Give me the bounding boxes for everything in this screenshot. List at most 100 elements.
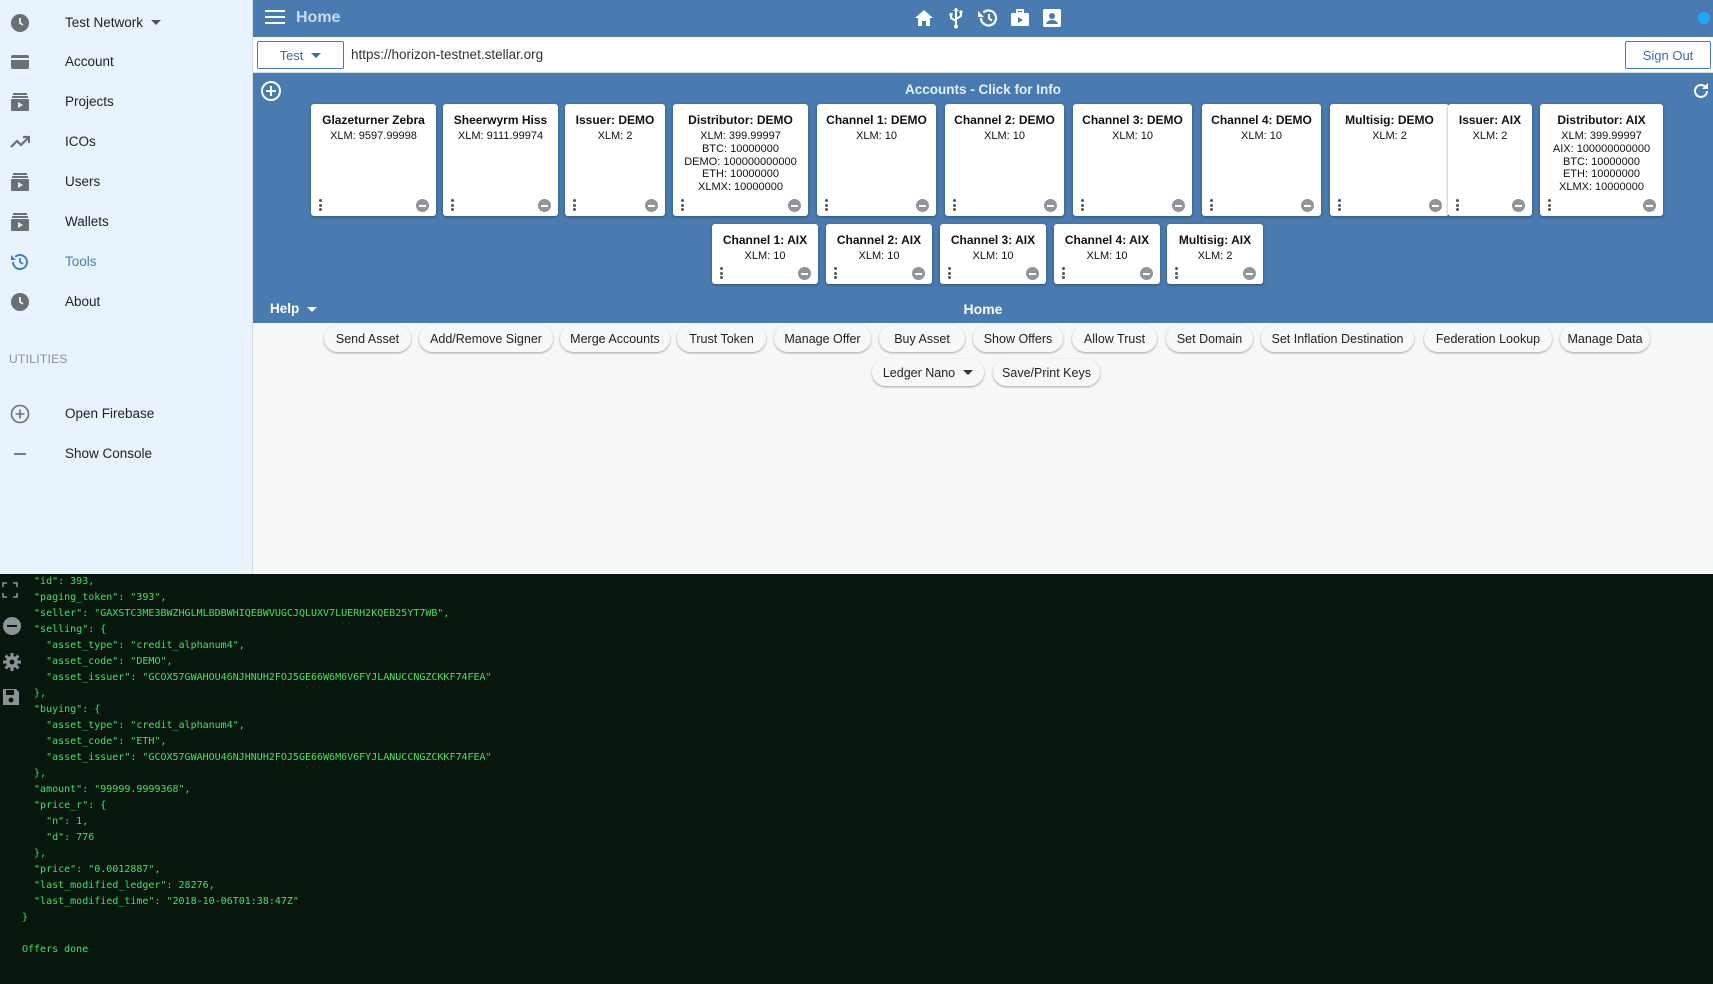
remove-account-icon[interactable] — [1301, 199, 1314, 212]
section-title: Home — [963, 301, 1003, 317]
account-card[interactable]: Channel 3: AIX XLM: 10 — [940, 224, 1046, 284]
account-card[interactable]: Issuer: AIX XLM: 2 — [1448, 104, 1532, 216]
remove-account-icon[interactable] — [788, 199, 801, 212]
account-balances: XLM: 10 — [826, 250, 932, 263]
trending-up-icon — [10, 132, 30, 152]
action-button-merge-accounts[interactable]: Merge Accounts — [560, 325, 670, 352]
more-vert-icon[interactable] — [948, 267, 952, 279]
action-button-trust-token[interactable]: Trust Token — [677, 325, 766, 352]
action-button-send-asset[interactable]: Send Asset — [324, 325, 411, 352]
fullscreen-icon[interactable] — [2, 582, 22, 602]
more-vert-icon[interactable] — [1456, 199, 1460, 211]
account-card[interactable]: Channel 4: DEMO XLM: 10 — [1202, 104, 1321, 216]
remove-account-icon[interactable] — [645, 199, 658, 212]
more-vert-icon[interactable] — [319, 199, 323, 211]
menu-icon[interactable] — [265, 10, 285, 26]
more-vert-icon[interactable] — [1338, 199, 1342, 211]
remove-account-icon[interactable] — [912, 267, 925, 280]
history-icon[interactable] — [977, 6, 999, 30]
remove-account-icon[interactable] — [1512, 199, 1525, 212]
top-app-bar: Home — [253, 0, 1713, 37]
account-card[interactable]: Channel 1: DEMO XLM: 10 — [817, 104, 936, 216]
usb-icon[interactable] — [945, 6, 967, 30]
action-button-manage-data[interactable]: Manage Data — [1560, 325, 1650, 352]
account-card[interactable]: Channel 1: AIX XLM: 10 — [712, 224, 818, 284]
balance-line: XLM: 2 — [1372, 130, 1407, 142]
more-vert-icon[interactable] — [1062, 267, 1066, 279]
remove-account-icon[interactable] — [1429, 199, 1442, 212]
account-card[interactable]: Sheerwyrm Hiss XLM: 9111.99974 — [443, 104, 558, 216]
action-button-set-inflation-destination[interactable]: Set Inflation Destination — [1261, 325, 1414, 352]
clear-icon[interactable] — [2, 616, 22, 636]
sidebar-item-about[interactable]: About — [0, 283, 253, 319]
more-vert-icon[interactable] — [953, 199, 957, 211]
remove-account-icon[interactable] — [1140, 267, 1153, 280]
account-balances: XLM: 2 — [565, 130, 665, 143]
account-card[interactable]: Multisig: AIX XLM: 2 — [1167, 224, 1263, 284]
settings-icon[interactable] — [2, 652, 22, 672]
account-card[interactable]: Glazeturner Zebra XLM: 9597.99998 — [311, 104, 436, 216]
sign-out-button[interactable]: Sign Out — [1625, 41, 1711, 69]
more-vert-icon[interactable] — [825, 199, 829, 211]
more-vert-icon[interactable] — [1548, 199, 1552, 211]
account-balances: XLM: 10 — [1073, 130, 1192, 143]
remove-account-icon[interactable] — [538, 199, 551, 212]
account-card[interactable]: Channel 2: AIX XLM: 10 — [826, 224, 932, 284]
account-card[interactable]: Channel 4: AIX XLM: 10 — [1054, 224, 1160, 284]
account-name: Glazeturner Zebra — [322, 113, 425, 127]
refresh-icon[interactable] — [1691, 81, 1711, 101]
action-button-federation-lookup[interactable]: Federation Lookup — [1424, 325, 1552, 352]
network-selector[interactable]: Test Network — [0, 4, 253, 40]
remove-account-icon[interactable] — [1643, 199, 1656, 212]
ledger-nano-label: Ledger Nano — [882, 365, 956, 380]
remove-account-icon[interactable] — [916, 199, 929, 212]
more-vert-icon[interactable] — [834, 267, 838, 279]
save-icon[interactable] — [2, 688, 22, 708]
remove-account-icon[interactable] — [1243, 267, 1256, 280]
action-button-show-offers[interactable]: Show Offers — [973, 325, 1063, 352]
sidebar-item-icos[interactable]: ICOs — [0, 123, 253, 159]
account-balances: XLM: 399.99997 BTC: 10000000 DEMO: 1000000… — [673, 130, 808, 194]
remove-account-icon[interactable] — [1172, 199, 1185, 212]
more-vert-icon[interactable] — [1210, 199, 1214, 211]
more-vert-icon[interactable] — [720, 267, 724, 279]
sidebar-item-projects[interactable]: Projects — [0, 83, 253, 119]
sidebar-item-account[interactable]: Account — [0, 43, 253, 79]
action-button-set-domain[interactable]: Set Domain — [1166, 325, 1253, 352]
more-vert-icon[interactable] — [1175, 267, 1179, 279]
action-button-add-remove-signer[interactable]: Add/Remove Signer — [419, 325, 553, 352]
more-vert-icon[interactable] — [1081, 199, 1085, 211]
remove-account-icon[interactable] — [798, 267, 811, 280]
remove-account-icon[interactable] — [1044, 199, 1057, 212]
accounts-panel: Accounts - Click for Info Glazeturner Ze… — [253, 73, 1713, 294]
account-card[interactable]: Distributor: DEMO XLM: 399.99997 BTC: 1000… — [673, 104, 808, 216]
sidebar-item-wallets[interactable]: Wallets — [0, 203, 253, 239]
balance-line: XLM: 2 — [1472, 130, 1508, 142]
remove-account-icon[interactable] — [1026, 267, 1039, 280]
balance-line: BTC: 10000000 — [1562, 155, 1641, 168]
more-vert-icon[interactable] — [451, 199, 455, 211]
account-card[interactable]: Distributor: AIX XLM: 399.99997 AIX: 10000… — [1540, 104, 1663, 216]
more-vert-icon[interactable] — [573, 199, 577, 211]
sidebar-item-show-console[interactable]: Show Console — [0, 435, 253, 471]
account-card[interactable]: Issuer: DEMO XLM: 2 — [565, 104, 665, 216]
account-card[interactable]: Channel 3: DEMO XLM: 10 — [1073, 104, 1192, 216]
action-button-buy-asset[interactable]: Buy Asset — [879, 325, 965, 352]
briefcase-icon[interactable] — [1009, 6, 1031, 30]
sidebar-item-open-firebase[interactable]: Open Firebase — [0, 395, 253, 431]
console-line: }, — [22, 848, 47, 859]
save-print-keys-button[interactable]: Save/Print Keys — [993, 359, 1100, 386]
contact-icon[interactable] — [1041, 6, 1063, 30]
action-button-manage-offer[interactable]: Manage Offer — [774, 325, 871, 352]
home-icon[interactable] — [913, 6, 935, 30]
sidebar-item-tools[interactable]: Tools — [0, 243, 253, 279]
account-card[interactable]: Channel 2: DEMO XLM: 10 — [945, 104, 1064, 216]
account-card[interactable]: Multisig: DEMO XLM: 2 — [1330, 104, 1449, 216]
sidebar-item-users[interactable]: Users — [0, 163, 253, 199]
network-select[interactable]: Test — [257, 41, 344, 69]
ledger-nano-dropdown[interactable]: Ledger Nano — [872, 359, 984, 386]
more-vert-icon[interactable] — [681, 199, 685, 211]
remove-account-icon[interactable] — [416, 199, 429, 212]
balance-line: XLM: 10 — [1086, 250, 1128, 262]
action-button-allow-trust[interactable]: Allow Trust — [1072, 325, 1157, 352]
